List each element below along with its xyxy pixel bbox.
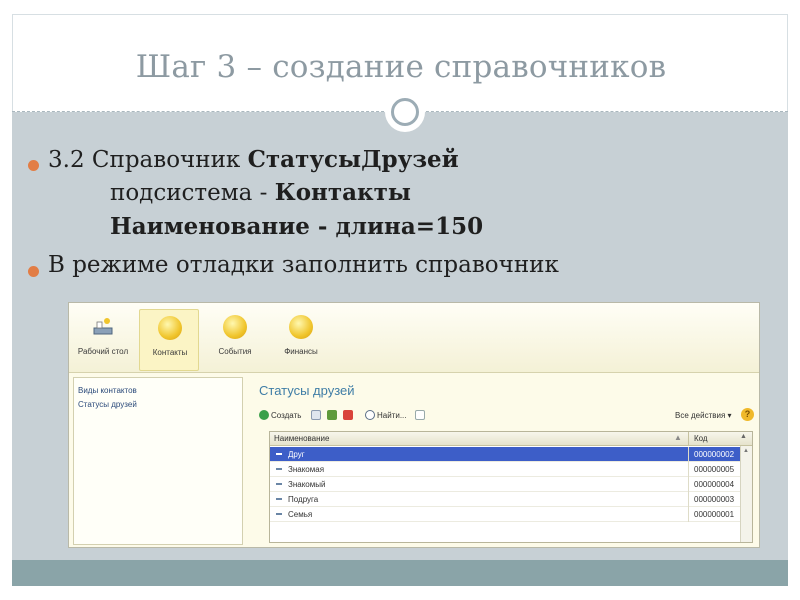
circle-icon: [289, 315, 313, 339]
section-panel: Рабочий стол Контакты События Финансы: [69, 303, 759, 373]
form-title: Статусы друзей: [259, 383, 355, 398]
cell-code: 000000004: [694, 480, 735, 489]
section-label: Рабочий стол: [77, 347, 129, 356]
bullet-1-line-3: Наименование - длина=150: [110, 213, 484, 240]
section-finance-button[interactable]: Финансы: [271, 309, 331, 371]
table-row[interactable]: Подруга 000000003: [270, 492, 740, 507]
item-icon: [276, 468, 282, 470]
find-button[interactable]: Найти...: [377, 411, 407, 420]
table-row[interactable]: Знакомый 000000004: [270, 477, 740, 492]
slide: Шаг 3 – создание справочников 3.2 Справо…: [12, 14, 788, 586]
bullet-1-line-2-bold: Контакты: [274, 179, 411, 206]
search-icon: [365, 410, 375, 420]
bullet-icon: [28, 160, 39, 171]
cell-code: 000000002: [694, 450, 735, 459]
cell-code: 000000001: [694, 510, 735, 519]
cell-name: Знакомый: [288, 480, 326, 489]
help-icon[interactable]: ?: [741, 408, 754, 421]
circle-icon: [158, 316, 182, 340]
item-icon: [276, 483, 282, 485]
chevron-up-icon[interactable]: ▲: [743, 448, 749, 454]
bottom-bar: [12, 560, 788, 586]
slide-title: Шаг 3 – создание справочников: [135, 49, 667, 85]
section-label: События: [218, 347, 252, 356]
all-actions-button[interactable]: Все действия ▾: [675, 411, 732, 420]
table-header: Наименование ▲ Код ▲: [270, 432, 752, 446]
bullet-1-prefix: 3.2 Справочник: [48, 147, 248, 173]
bullet-2-text: В режиме отладки заполнить справочник: [48, 252, 559, 278]
edit-icon[interactable]: [327, 410, 337, 420]
cell-code: 000000003: [694, 495, 735, 504]
table-row[interactable]: Семья 000000001: [270, 507, 740, 522]
section-desktop-button[interactable]: Рабочий стол: [73, 309, 133, 371]
navigation-pane: Виды контактов Статусы друзей: [73, 377, 243, 545]
nav-item-friend-statuses[interactable]: Статусы друзей: [78, 400, 137, 409]
section-contacts-button[interactable]: Контакты: [139, 309, 199, 371]
column-header-name[interactable]: Наименование: [274, 434, 329, 443]
circle-icon: [223, 315, 247, 339]
section-label: Финансы: [284, 347, 318, 356]
table-row[interactable]: Знакомая 000000005: [270, 462, 740, 477]
plus-icon: [259, 410, 269, 420]
sort-icon: ▲: [674, 433, 682, 442]
create-button[interactable]: Создать: [271, 411, 301, 420]
table-row[interactable]: Друг 000000002: [270, 447, 740, 462]
app-screenshot: Рабочий стол Контакты События Финансы Ви…: [68, 302, 760, 548]
list-form: Статусы друзей Создать Найти... Все дейс…: [255, 377, 755, 545]
copy-icon[interactable]: [311, 410, 321, 420]
item-icon: [276, 453, 282, 455]
vertical-scrollbar[interactable]: ▲: [740, 446, 752, 542]
cell-name: Подруга: [288, 495, 319, 504]
section-events-button[interactable]: События: [205, 309, 265, 371]
ring-icon: [385, 92, 425, 132]
cell-name: Знакомая: [288, 465, 325, 474]
column-header-code[interactable]: Код: [694, 434, 708, 443]
bullet-1-line-2-prefix: подсистема -: [110, 180, 275, 206]
nav-item-contact-types[interactable]: Виды контактов: [78, 386, 137, 395]
chevron-up-icon: ▲: [740, 433, 747, 440]
cell-name: Семья: [288, 510, 313, 519]
data-table: Наименование ▲ Код ▲ Друг 000000002 Знак…: [269, 431, 753, 543]
cell-name: Друг: [288, 450, 305, 459]
bullet-1-line-2: подсистема - Контакты: [110, 179, 411, 206]
cancel-search-icon[interactable]: [415, 410, 425, 420]
section-label: Контакты: [152, 348, 188, 357]
item-icon: [276, 498, 282, 500]
item-icon: [276, 513, 282, 515]
bullet-1-bold: СтатусыДрузей: [247, 146, 459, 173]
bullet-icon: [28, 266, 39, 277]
delete-icon[interactable]: [343, 410, 353, 420]
cell-code: 000000005: [694, 465, 735, 474]
bullet-1-line-1: 3.2 Справочник СтатусыДрузей: [48, 146, 459, 173]
desktop-icon: [93, 318, 113, 335]
